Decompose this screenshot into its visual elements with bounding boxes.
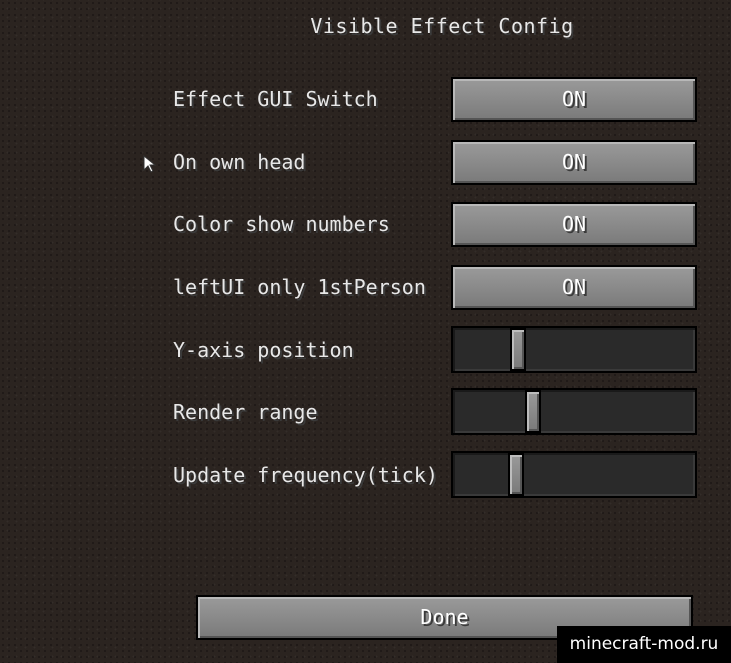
slider-track <box>453 390 695 433</box>
leftui-only-1stperson-toggle[interactable]: ON <box>451 265 697 310</box>
on-own-head-toggle[interactable]: ON <box>451 140 697 185</box>
slider-handle[interactable] <box>524 390 541 433</box>
slider-label-render-range: Render range <box>173 400 318 424</box>
render-range-slider[interactable] <box>451 388 697 435</box>
slider-handle[interactable] <box>507 453 524 496</box>
effect-gui-switch-toggle[interactable]: ON <box>451 77 697 122</box>
option-label-color-show-numbers: Color show numbers <box>173 212 390 236</box>
option-label-on-own-head: On own head <box>173 150 306 174</box>
slider-track <box>453 328 695 371</box>
option-label-effect-gui-switch: Effect GUI Switch <box>173 87 378 111</box>
screen-title: Visible Effect Config <box>310 14 574 38</box>
slider-handle[interactable] <box>510 328 527 371</box>
option-label-leftui-only-1stperson: leftUI only 1stPerson <box>173 275 426 299</box>
update-frequency-slider[interactable] <box>451 451 697 498</box>
site-watermark: minecraft-mod.ru <box>557 626 731 663</box>
slider-label-update-frequency: Update frequency(tick) <box>173 463 438 487</box>
color-show-numbers-toggle[interactable]: ON <box>451 202 697 247</box>
y-axis-position-slider[interactable] <box>451 326 697 373</box>
slider-label-y-axis-position: Y-axis position <box>173 338 354 362</box>
slider-track <box>453 453 695 496</box>
mouse-pointer-icon <box>143 154 157 173</box>
